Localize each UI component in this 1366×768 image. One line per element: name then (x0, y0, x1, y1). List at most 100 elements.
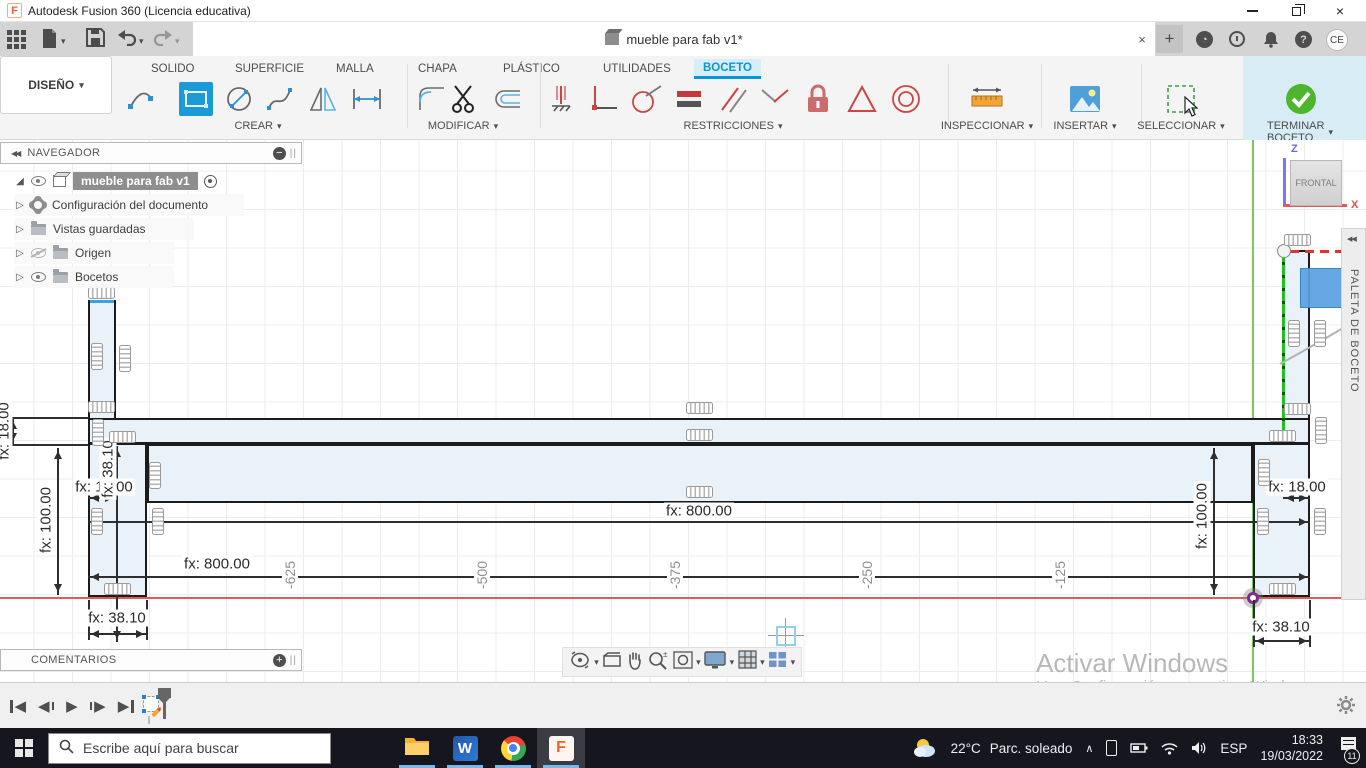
viewcube[interactable]: FRONTAL (1290, 160, 1342, 206)
expand-icon[interactable]: ▷ (14, 248, 26, 259)
chevron-down-icon[interactable]: ▾ (760, 657, 765, 668)
constraint-icon[interactable] (685, 402, 713, 414)
panel-minus-icon[interactable]: − (272, 146, 286, 160)
group-crear[interactable]: CREAR ▾ (234, 120, 281, 132)
spline-tool-icon[interactable] (264, 82, 298, 116)
timeline-go-end-button[interactable]: ▶ (118, 697, 134, 715)
visibility-eye-icon[interactable] (31, 176, 46, 186)
tree-item-saved-views[interactable]: ▷ Vistas guardadas (14, 218, 194, 240)
constraint-parallel-icon[interactable] (716, 82, 750, 116)
constraint-icon[interactable] (87, 287, 115, 299)
group-inspeccionar[interactable]: INSPECCIONAR ▾ (941, 120, 1033, 132)
dimension-label[interactable]: fx: 800.00 (182, 555, 252, 573)
chevron-down-icon[interactable]: ▾ (594, 657, 599, 668)
undo-icon[interactable] (117, 30, 137, 51)
constraint-icon[interactable] (108, 431, 136, 443)
tab-chapa[interactable]: CHAPA (409, 59, 466, 79)
taskbar-word[interactable]: W (441, 728, 489, 768)
dimension-label[interactable]: fx: 38.10 (1250, 618, 1312, 636)
tab-malla[interactable]: MALLA (327, 59, 383, 79)
save-icon[interactable] (86, 28, 105, 52)
design-workspace-selector[interactable]: DISEÑO ▾ (0, 56, 112, 114)
dimension-label[interactable]: fx: 38.10 (86, 609, 148, 627)
timeline-gear-icon[interactable] (1336, 695, 1356, 720)
tree-root-row[interactable]: ◢ mueble para fab v1 (14, 170, 294, 192)
constraint-tangent-icon[interactable] (629, 82, 663, 116)
dimension-label[interactable]: fx: 38.10 (99, 438, 117, 500)
look-at-icon[interactable] (602, 651, 622, 674)
selected-edge-highlight[interactable] (90, 300, 114, 303)
timeline-step-back-button[interactable]: ◀ (38, 697, 55, 715)
constraint-icon[interactable] (1283, 234, 1311, 246)
chevron-down-icon[interactable]: ▾ (730, 657, 735, 668)
trim-scissors-icon[interactable] (446, 82, 480, 116)
activate-component-icon[interactable] (203, 174, 217, 188)
taskbar-clock[interactable]: 18:33 19/03/2022 (1260, 732, 1323, 765)
selection-box[interactable] (1300, 268, 1343, 308)
constraint-polygon-icon[interactable] (845, 82, 879, 116)
arc-tool-icon[interactable] (125, 82, 159, 116)
group-insertar[interactable]: INSERTAR ▾ (1053, 120, 1116, 132)
chevron-down-icon[interactable]: ▾ (696, 657, 701, 668)
x-axis-line[interactable] (0, 597, 1341, 599)
constraint-icon[interactable] (685, 486, 713, 498)
circle-tool-icon[interactable] (222, 82, 256, 116)
tree-item-sketches[interactable]: ▷ Bocetos (14, 266, 174, 288)
collapse-left-icon[interactable]: ◀◀ (11, 149, 21, 158)
constraint-icon[interactable] (1268, 430, 1296, 442)
expand-left-icon[interactable]: ◀◀ (1347, 235, 1365, 243)
constraint-icon[interactable] (1258, 458, 1270, 486)
constraint-icon[interactable] (1314, 319, 1326, 347)
close-button[interactable]: × (1318, 0, 1362, 22)
tab-superficie[interactable]: SUPERFICIE (226, 59, 313, 79)
weather-temp[interactable]: 22°C (951, 741, 981, 756)
tab-plastico[interactable]: PLÁSTICO (494, 59, 569, 79)
constraint-icon[interactable] (87, 401, 115, 413)
minimize-button[interactable] (1230, 0, 1274, 22)
measure-tool-icon[interactable] (970, 82, 1004, 116)
help-icon[interactable]: ? (1295, 31, 1312, 48)
constraint-icon[interactable] (152, 507, 164, 535)
sketch-point[interactable] (1277, 244, 1291, 258)
tree-item-doc-settings[interactable]: ▷ Configuración del documento (14, 194, 244, 216)
redo-icon[interactable] (153, 30, 173, 51)
user-avatar[interactable]: CE (1326, 29, 1348, 51)
file-menu-caret-icon[interactable]: ▾ (61, 36, 66, 47)
constraint-icon[interactable] (1314, 507, 1326, 535)
dimension-label[interactable]: fx: 18.00 (1266, 478, 1328, 496)
expand-icon[interactable]: ▷ (14, 200, 26, 211)
constraint-lock-icon[interactable] (801, 82, 835, 116)
group-seleccionar[interactable]: SELECCIONAR ▾ (1137, 120, 1224, 132)
constraint-equal-icon[interactable] (672, 82, 706, 116)
dimension-label[interactable]: fx: 100.00 (1193, 481, 1211, 551)
tray-chevron-up-icon[interactable]: ∧ (1085, 742, 1093, 755)
constraint-icon[interactable] (1283, 403, 1311, 415)
document-tab-close-icon[interactable]: × (1130, 22, 1154, 56)
dimension-tool-icon[interactable] (350, 82, 384, 116)
grid-settings-icon[interactable] (738, 650, 757, 674)
notification-center-icon[interactable]: 11 (1336, 735, 1360, 764)
timeline-sketch-feature[interactable] (142, 695, 162, 718)
expand-icon[interactable]: ▷ (14, 224, 26, 235)
expand-icon[interactable]: ◢ (14, 176, 26, 187)
constraint-icon[interactable] (1315, 416, 1327, 444)
battery-icon[interactable] (1130, 742, 1148, 754)
taskbar-file-explorer[interactable] (393, 728, 441, 768)
constraint-concentric-icon[interactable] (889, 82, 923, 116)
rectangle-tool-icon-selected[interactable] (179, 82, 213, 116)
dimension-label[interactable]: fx: 100.00 (37, 485, 55, 555)
extensions-icon[interactable]: ◔ (1196, 31, 1213, 48)
pan-hand-icon[interactable] (626, 650, 644, 675)
taskbar-search-input[interactable]: Escribe aquí para buscar (48, 732, 331, 764)
sketch-palette-collapsed[interactable]: ◀◀ PALETA DE BOCETO (1341, 228, 1366, 600)
your-phone-icon[interactable] (1106, 740, 1118, 756)
maximize-button[interactable] (1274, 0, 1318, 22)
constraint-icon[interactable] (119, 344, 131, 372)
constraint-angle-icon[interactable] (758, 82, 792, 116)
timeline-step-forward-button[interactable]: ▶ (89, 697, 106, 715)
document-tab[interactable]: mueble para fab v1* (193, 22, 1155, 56)
navigator-header[interactable]: ◀◀ NAVEGADOR − || (0, 142, 302, 164)
finish-sketch-icon[interactable] (1284, 82, 1318, 116)
constraint-icon[interactable] (103, 583, 131, 595)
timeline-go-start-button[interactable]: ◀ (10, 697, 26, 715)
